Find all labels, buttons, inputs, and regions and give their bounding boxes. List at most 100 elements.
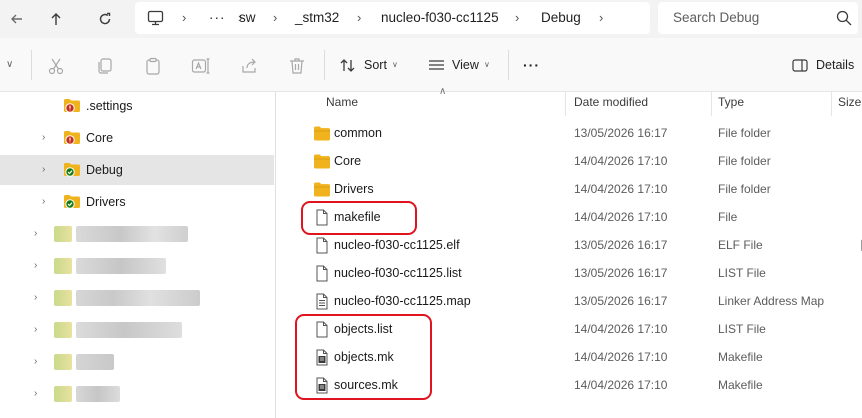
chevron-right-icon[interactable]: › [34, 292, 44, 304]
rename-icon [191, 58, 210, 74]
nav-item-blurred[interactable]: › [0, 380, 274, 408]
column-divider[interactable] [565, 92, 566, 116]
nav-item-label: Debug [86, 163, 123, 177]
nav-item-blurred[interactable]: › [0, 284, 274, 312]
blurred-label [76, 226, 188, 242]
nav-item-blurred[interactable]: › [0, 316, 274, 344]
delete-button[interactable] [286, 55, 308, 77]
view-button[interactable]: View ∨ [424, 38, 498, 92]
column-divider[interactable] [831, 92, 832, 116]
file-date: 14/04/2026 17:10 [574, 378, 668, 392]
breadcrumb-overflow[interactable]: ··· [209, 2, 226, 34]
blurred-icon [54, 322, 72, 338]
table-row[interactable]: Core 14/04/2026 17:10 File folder [291, 147, 862, 175]
table-row[interactable]: Drivers 14/04/2026 17:10 File folder [291, 175, 862, 203]
table-row[interactable]: nucleo-f030-cc1125.map 13/05/2026 16:17 … [291, 287, 862, 315]
file-type: Makefile [718, 378, 763, 392]
view-list-icon [429, 60, 444, 70]
blurred-icon [54, 290, 72, 306]
cut-button[interactable] [45, 55, 67, 77]
back-button[interactable] [4, 6, 30, 32]
text-file-icon [316, 293, 328, 310]
file-date: 13/05/2026 16:17 [574, 126, 668, 140]
chevron-right-icon: › [599, 10, 604, 25]
chevron-right-icon[interactable]: › [34, 356, 44, 368]
file-type: LIST File [718, 266, 766, 280]
file-date: 13/05/2026 16:17 [574, 266, 668, 280]
chevron-right-icon[interactable]: › [42, 196, 52, 208]
column-header-type[interactable]: Type [718, 92, 744, 116]
chevron-down-icon: ∨ [392, 60, 398, 69]
table-row[interactable]: common 13/05/2026 16:17 File folder [291, 119, 862, 147]
details-pane-icon [792, 59, 808, 72]
file-type: File [718, 210, 738, 224]
breadcrumb-stm32[interactable]: _stm32 [295, 2, 339, 34]
breadcrumb-sw[interactable]: sw [239, 2, 256, 34]
chevron-right-icon[interactable]: › [34, 260, 44, 272]
table-row[interactable]: nucleo-f030-cc1125.elf 13/05/2026 16:17 … [291, 231, 862, 259]
breadcrumb-nucleo[interactable]: nucleo-f030-cc1125 [381, 2, 499, 34]
up-button[interactable] [43, 6, 69, 32]
details-label: Details [816, 58, 855, 72]
file-type: File folder [718, 182, 771, 196]
nav-item-blurred[interactable]: › [0, 348, 274, 376]
scissors-icon [48, 58, 64, 75]
sort-ascending-icon: ∧ [439, 86, 447, 97]
address-bar-area: › ··· › sw › _stm32 › nucleo-f030-cc1125… [0, 0, 862, 38]
table-row[interactable]: nucleo-f030-cc1125.list 13/05/2026 16:17… [291, 259, 862, 287]
file-date: 14/04/2026 17:10 [574, 350, 668, 364]
column-header-size[interactable]: Size [838, 92, 861, 116]
nav-item-blurred[interactable]: › [0, 252, 274, 280]
file-name: nucleo-f030-cc1125.list [334, 266, 462, 280]
share-button[interactable] [238, 55, 260, 77]
file-type: LIST File [718, 322, 766, 336]
blurred-label [76, 290, 200, 306]
sort-button[interactable]: Sort ∨ [336, 38, 404, 92]
column-divider[interactable] [711, 92, 712, 116]
chevron-right-icon: › [273, 10, 278, 25]
chevron-right-icon[interactable]: › [34, 388, 44, 400]
new-dropdown-chevron-icon[interactable]: ∨ [6, 38, 13, 92]
chevron-right-icon: › [515, 10, 520, 25]
details-button[interactable]: Details [788, 38, 858, 92]
paste-button[interactable] [142, 55, 164, 77]
blurred-label [76, 354, 114, 370]
file-name: common [334, 126, 382, 140]
file-type: Linker Address Map [718, 294, 825, 308]
blurred-icon [54, 258, 72, 274]
column-header-date[interactable]: Date modified [574, 92, 648, 116]
chevron-right-icon: › [357, 10, 362, 25]
chevron-right-icon[interactable]: › [42, 132, 52, 144]
divider [31, 50, 32, 80]
nav-item-settings[interactable]: .settings [0, 92, 274, 120]
search-box[interactable]: Search Debug [658, 2, 858, 34]
nav-item-debug[interactable]: › Debug [0, 155, 274, 185]
up-arrow-icon [51, 13, 61, 25]
copy-button[interactable] [94, 55, 116, 77]
nav-item-core[interactable]: › Core [0, 124, 274, 152]
file-type: File folder [718, 154, 771, 168]
chevron-right-icon[interactable]: › [34, 324, 44, 336]
file-date: 14/04/2026 17:10 [574, 154, 668, 168]
divider [508, 50, 509, 80]
chevron-right-icon: › [182, 10, 187, 25]
file-type: Makefile [718, 350, 763, 364]
breadcrumb-debug[interactable]: Debug [541, 2, 581, 34]
rename-button[interactable] [190, 55, 212, 77]
refresh-button[interactable] [92, 6, 118, 32]
sort-label: Sort [364, 58, 387, 72]
highlight-makefile [301, 201, 417, 235]
column-header-name[interactable]: Name [326, 92, 358, 116]
chevron-down-icon: ∨ [484, 60, 490, 69]
chevron-right-icon[interactable]: › [34, 228, 44, 240]
breadcrumb[interactable]: › ··· › sw › _stm32 › nucleo-f030-cc1125… [135, 2, 650, 34]
blurred-label [76, 386, 120, 402]
navigation-pane[interactable]: .settings › Core › Debug › Drivers › › ›… [0, 92, 276, 418]
nav-item-drivers[interactable]: › Drivers [0, 188, 274, 216]
folder-icon [314, 126, 330, 141]
nav-item-blurred[interactable]: › [0, 220, 274, 248]
chevron-right-icon[interactable]: › [42, 164, 52, 176]
folder-icon [314, 154, 330, 169]
search-placeholder: Search Debug [673, 10, 760, 25]
more-options-button[interactable]: ··· [523, 38, 540, 92]
